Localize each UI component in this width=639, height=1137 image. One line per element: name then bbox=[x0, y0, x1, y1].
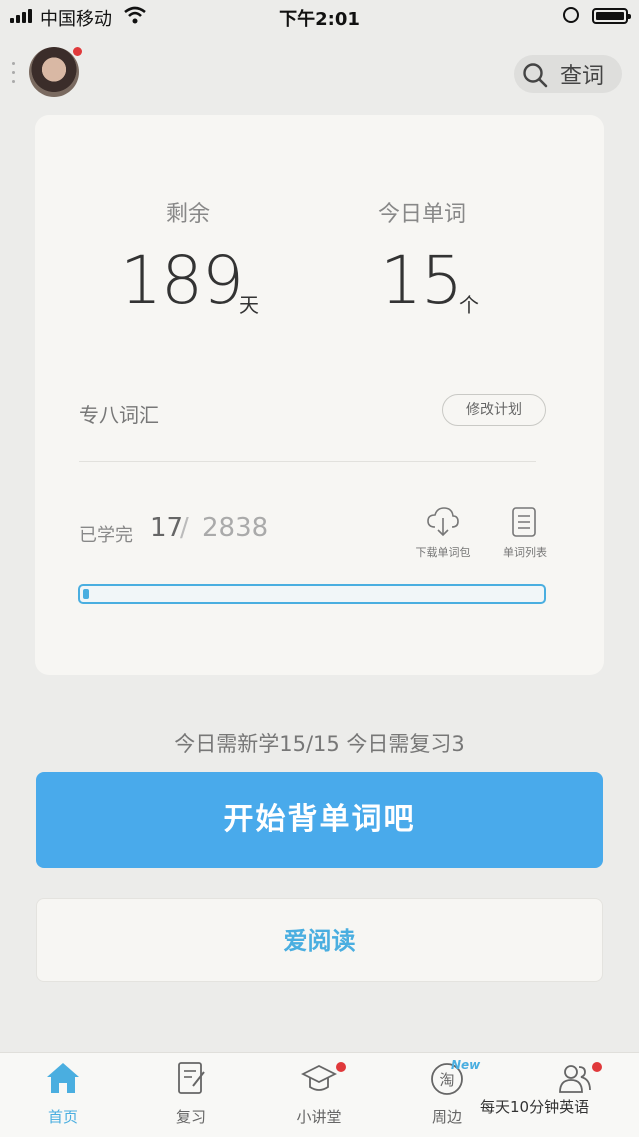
tab-review[interactable]: 复习 bbox=[146, 1058, 236, 1130]
avatar[interactable] bbox=[29, 47, 79, 97]
status-bar: 中国移动 下午2:01 bbox=[0, 0, 639, 32]
today-words-unit: 个 bbox=[459, 293, 479, 317]
tab-label: 小讲堂 bbox=[296, 1108, 342, 1126]
learned-label: 已学完 bbox=[79, 525, 133, 546]
rotation-lock-icon bbox=[563, 7, 579, 23]
start-learning-button[interactable]: 开始背单词吧 bbox=[36, 772, 603, 868]
modify-plan-button[interactable]: 修改计划 bbox=[442, 394, 546, 426]
svg-text:淘: 淘 bbox=[439, 1071, 454, 1089]
reading-button[interactable]: 爱阅读 bbox=[36, 898, 603, 982]
tab-label: 周边 bbox=[431, 1108, 462, 1126]
lecture-badge bbox=[336, 1062, 346, 1072]
notification-badge bbox=[73, 47, 82, 56]
review-icon bbox=[178, 1062, 205, 1094]
profile-badge bbox=[592, 1062, 602, 1072]
today-summary: 今日需新学15/15 今日需复习3 bbox=[174, 732, 465, 756]
today-words-value: 15 bbox=[380, 242, 463, 319]
learning-progress-bar bbox=[78, 584, 546, 604]
graduation-cap-icon bbox=[301, 1064, 337, 1091]
progress-fill bbox=[83, 589, 89, 599]
cloud-download-icon[interactable] bbox=[426, 507, 460, 537]
learned-separator: / bbox=[180, 513, 189, 543]
remaining-days-unit: 天 bbox=[239, 293, 259, 317]
remaining-days-label: 剩余 bbox=[166, 202, 211, 227]
download-package-label[interactable]: 下载单词包 bbox=[403, 544, 483, 560]
word-list-icon[interactable] bbox=[508, 507, 542, 537]
new-badge: New bbox=[451, 1058, 481, 1072]
divider bbox=[79, 461, 536, 462]
home-icon bbox=[47, 1063, 79, 1093]
tab-lecture[interactable]: 小讲堂 bbox=[274, 1058, 364, 1130]
remaining-days-value: 189 bbox=[120, 242, 244, 319]
more-dots-icon[interactable] bbox=[12, 62, 16, 86]
tab-label: 首页 bbox=[47, 1108, 78, 1126]
learned-count: 17 bbox=[150, 513, 184, 543]
watermark-text: 每天10分钟英语 bbox=[480, 1098, 590, 1116]
word-list-label[interactable]: 单词列表 bbox=[485, 544, 565, 560]
battery-icon bbox=[592, 8, 631, 24]
tab-home[interactable]: 首页 bbox=[18, 1058, 108, 1130]
tab-profile[interactable] bbox=[530, 1058, 620, 1130]
tab-label: 复习 bbox=[175, 1108, 206, 1126]
search-icon[interactable] bbox=[522, 62, 548, 88]
users-icon bbox=[559, 1065, 591, 1093]
status-time: 下午2:01 bbox=[279, 9, 360, 30]
search-label[interactable]: 查词 bbox=[560, 58, 604, 90]
today-words-label: 今日单词 bbox=[378, 202, 467, 227]
learned-total: 2838 bbox=[202, 513, 269, 543]
vocab-name: 专八词汇 bbox=[79, 403, 159, 427]
